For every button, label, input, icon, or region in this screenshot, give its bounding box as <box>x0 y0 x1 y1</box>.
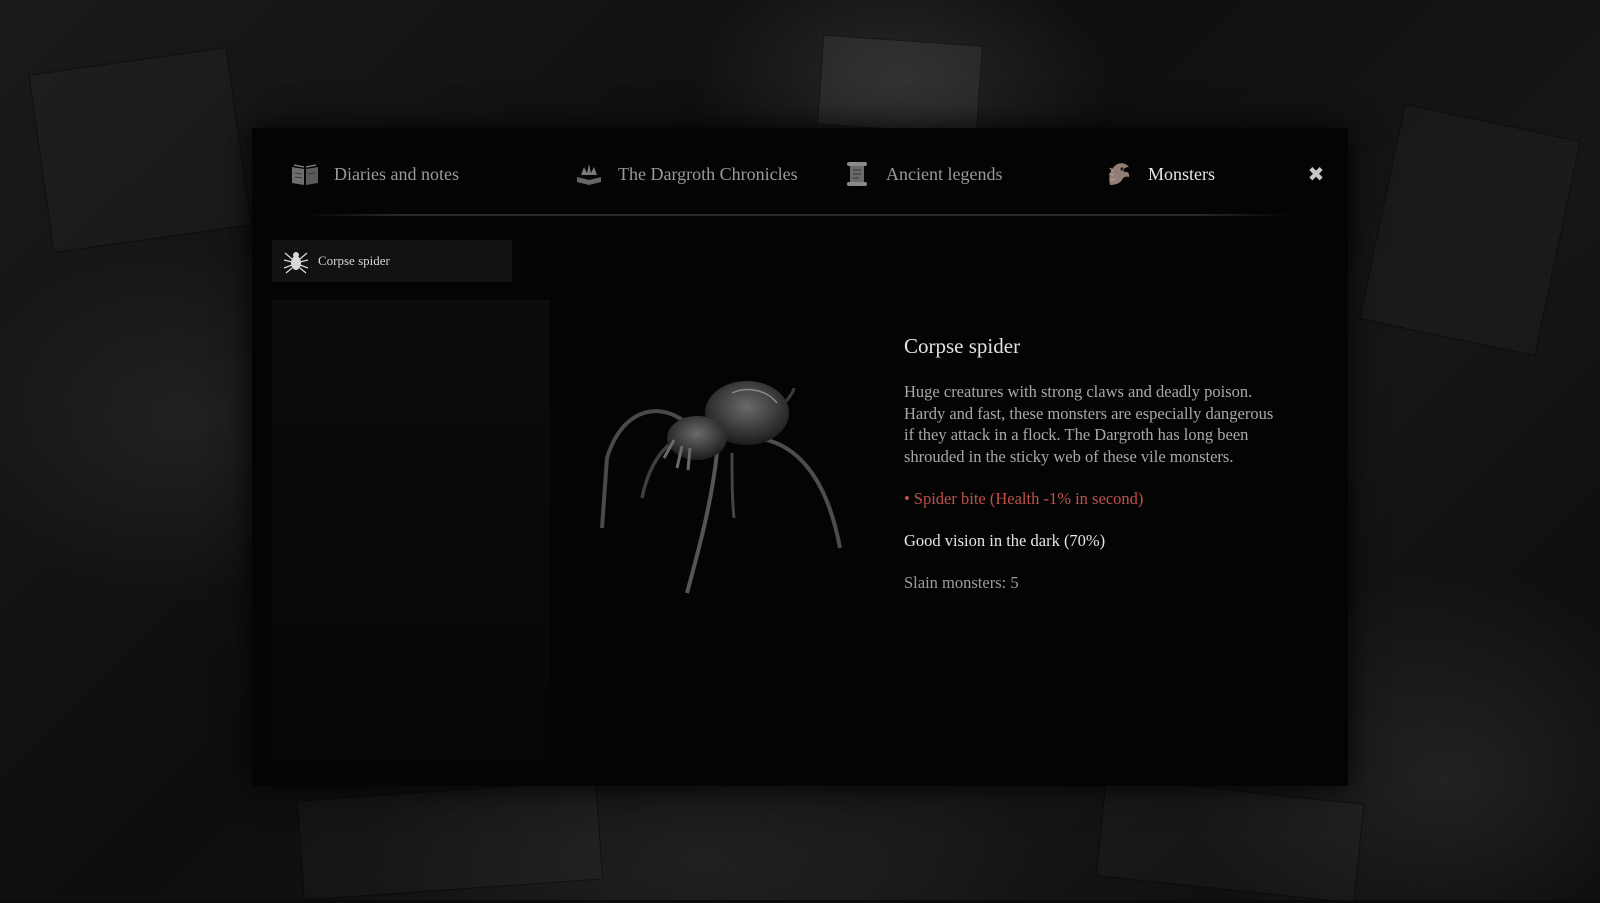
effect-bullet: • <box>904 489 910 508</box>
monster-title: Corpse spider <box>904 334 1021 358</box>
tab-ancient-legends[interactable]: Ancient legends <box>842 156 1002 192</box>
corpse-spider-image <box>582 358 862 618</box>
list-item-corpse-spider[interactable]: Corpse spider <box>272 240 512 282</box>
open-book-icon <box>290 159 320 189</box>
tab-label: Ancient legends <box>886 163 1003 184</box>
scroll-icon <box>842 159 872 189</box>
tab-divider <box>302 214 1292 216</box>
close-icon: ✖ <box>1307 162 1325 186</box>
book-crown-icon <box>574 159 604 189</box>
monster-description: Huge creatures with strong claws and dea… <box>904 382 1274 466</box>
journal-panel: Diaries and notes The Dargroth Chronicle… <box>252 128 1348 786</box>
tab-label: The Dargroth Chronicles <box>618 163 798 184</box>
close-button[interactable]: ✖ <box>1302 160 1330 188</box>
tab-label: Diaries and notes <box>334 163 459 184</box>
tab-monsters[interactable]: Monsters <box>1104 156 1215 192</box>
stone-slab <box>817 34 983 136</box>
stone-slab <box>1095 776 1365 903</box>
tab-the-dargroth-chronicles[interactable]: The Dargroth Chronicles <box>574 156 798 192</box>
monster-ability: Good vision in the dark (70%) <box>904 531 1106 550</box>
stone-slab <box>296 779 604 901</box>
monster-effect: • Spider bite (Health -1% in second) <box>904 489 1274 509</box>
tab-label: Monsters <box>1148 163 1215 184</box>
spider-icon <box>282 247 310 275</box>
monster-list: Corpse spider <box>272 240 550 786</box>
journal-tabs: Diaries and notes The Dargroth Chronicle… <box>252 128 1348 216</box>
stone-slab <box>1359 103 1581 357</box>
monster-icon <box>1104 159 1134 189</box>
tab-diaries-and-notes[interactable]: Diaries and notes <box>290 156 459 192</box>
list-background <box>272 300 550 780</box>
effect-text: Spider bite (Health -1% in second) <box>913 489 1144 508</box>
monster-details: Corpse spider Huge creatures with strong… <box>904 334 1274 593</box>
stone-slab <box>28 46 252 254</box>
list-item-label: Corpse spider <box>318 253 390 268</box>
slain-counter: Slain monsters: 5 <box>904 573 1019 592</box>
